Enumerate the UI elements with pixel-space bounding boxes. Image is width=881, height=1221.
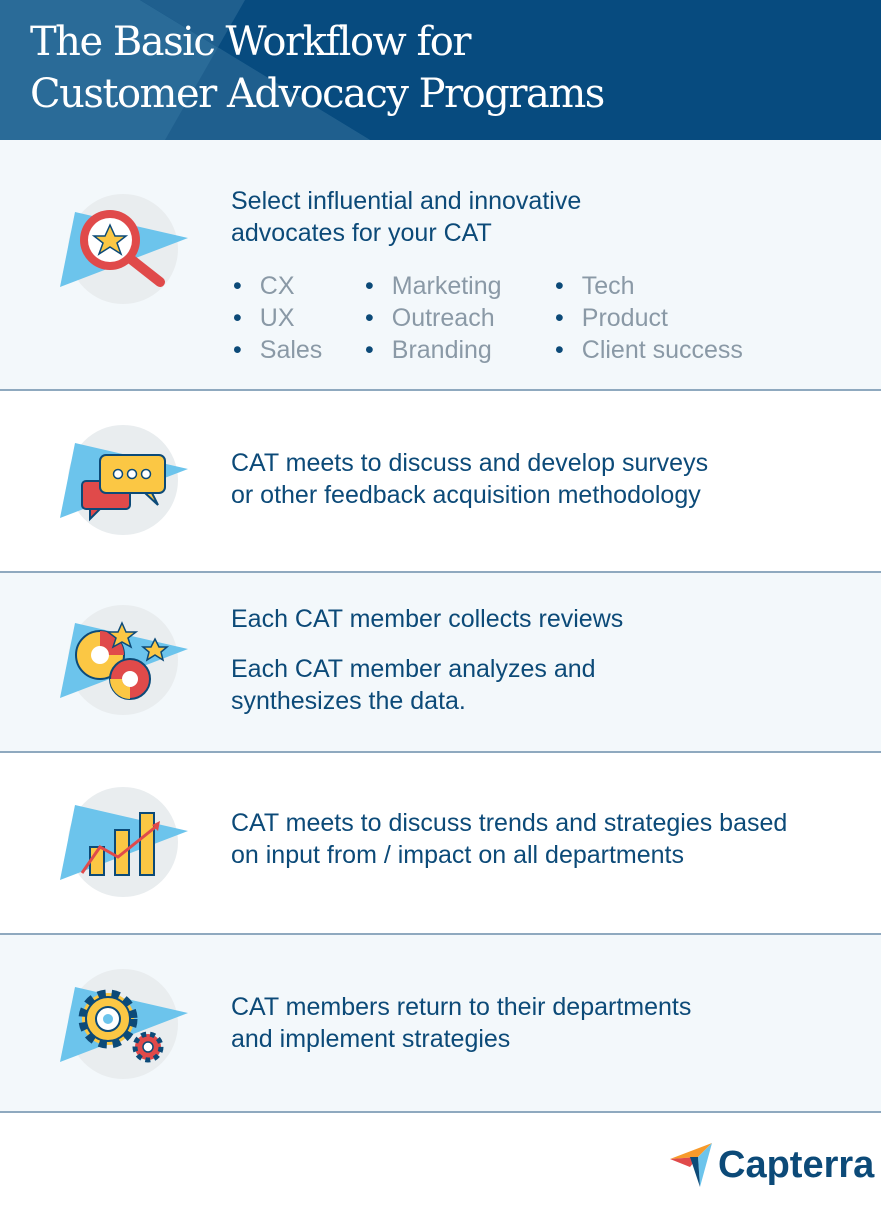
step-text-line: advocates for your CAT	[231, 219, 492, 247]
step-text-line: or other feedback acquisition methodolog…	[231, 481, 701, 509]
step-text-line: CAT meets to discuss trends and strategi…	[231, 809, 788, 837]
list-item: Tech	[553, 270, 753, 302]
page-title: The Basic Workflow for Customer Advocacy…	[30, 16, 605, 120]
magnifier-star-icon	[60, 194, 188, 304]
list-item: CX	[231, 270, 363, 302]
department-list: CX Marketing Tech UX Outreach Product Sa…	[231, 270, 753, 366]
step-2-text: CAT meets to discuss and develop surveys…	[231, 447, 708, 511]
list-item: Client success	[553, 334, 753, 366]
list-item: Branding	[363, 334, 553, 366]
step-text-line: on input from / impact on all department…	[231, 841, 685, 869]
capterra-logo: Capterra	[670, 1143, 874, 1187]
step-3-text: Each CAT member collects reviews Each CA…	[231, 603, 623, 717]
chat-bubbles-icon	[60, 425, 188, 535]
step-5-text: CAT members return to their departments …	[231, 991, 691, 1055]
step-2: CAT meets to discuss and develop surveys…	[0, 391, 881, 573]
bar-chart-trend-icon	[60, 787, 188, 897]
list-item: UX	[231, 302, 363, 334]
list-item: Product	[553, 302, 753, 334]
pie-charts-stars-icon	[60, 605, 188, 715]
title-line-1: The Basic Workflow for	[30, 19, 471, 65]
step-4: CAT meets to discuss trends and strategi…	[0, 753, 881, 935]
step-4-text: CAT meets to discuss trends and strategi…	[231, 807, 787, 871]
list-item: Marketing	[363, 270, 553, 302]
capterra-logo-icon	[670, 1143, 712, 1187]
step-1: Select influential and innovative advoca…	[0, 140, 881, 391]
capterra-logo-text: Capterra	[718, 1143, 875, 1186]
step-text-line: synthesizes the data.	[231, 687, 466, 715]
list-item: Sales	[231, 334, 363, 366]
step-text-line: CAT meets to discuss and develop surveys	[231, 449, 709, 477]
step-3: Each CAT member collects reviews Each CA…	[0, 573, 881, 753]
step-text-line: CAT members return to their departments	[231, 993, 692, 1021]
step-text-line: Select influential and innovative	[231, 187, 582, 215]
step-text-line: Each CAT member analyzes and	[231, 655, 596, 683]
gears-icon	[60, 969, 188, 1079]
list-item: Outreach	[363, 302, 553, 334]
step-text-line: and implement strategies	[231, 1025, 511, 1053]
header-banner: The Basic Workflow for Customer Advocacy…	[0, 0, 881, 140]
step-text-line: Each CAT member collects reviews	[231, 605, 624, 633]
step-1-text: Select influential and innovative advoca…	[231, 185, 581, 249]
step-5: CAT members return to their departments …	[0, 935, 881, 1113]
title-line-2: Customer Advocacy Programs	[30, 71, 605, 117]
